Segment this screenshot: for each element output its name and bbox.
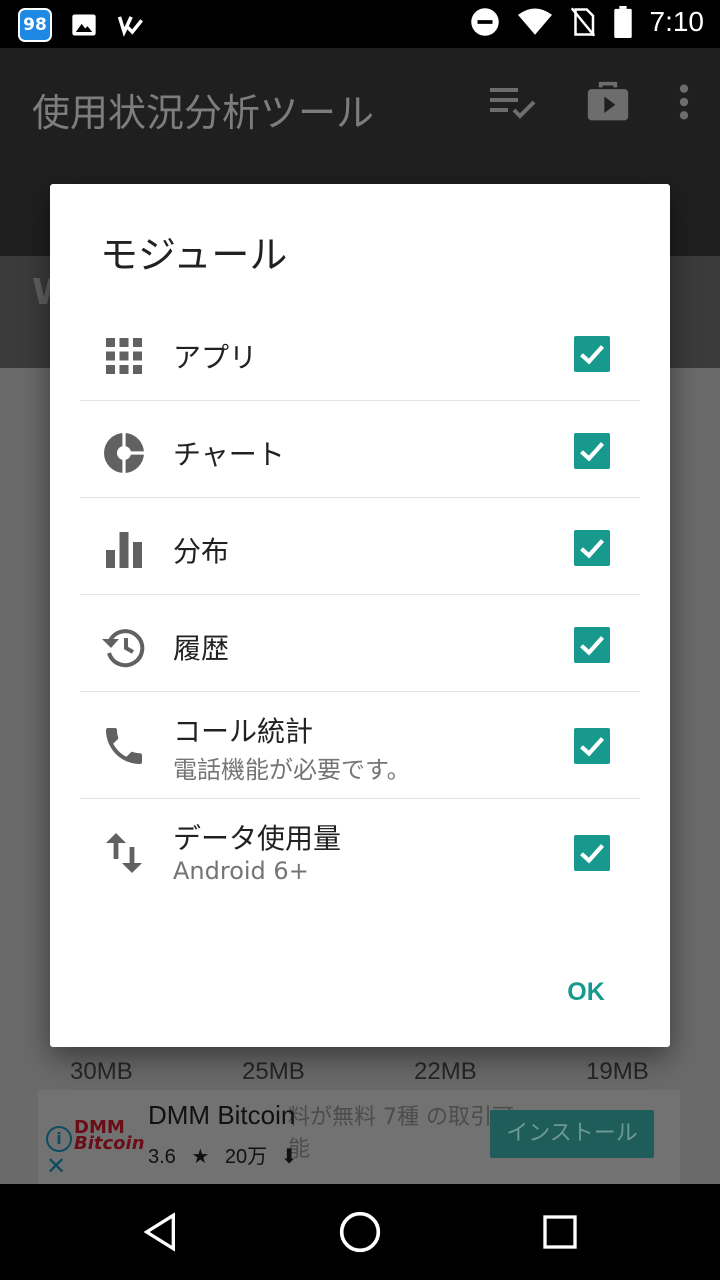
module-checkbox[interactable] [574,530,610,566]
home-icon[interactable] [338,1210,382,1254]
module-item-apps[interactable]: アプリ [80,304,640,401]
ok-button[interactable]: OK [546,972,626,1012]
ad-info-icon[interactable]: i [46,1126,72,1152]
module-checkbox[interactable] [574,433,610,469]
ad-logo-line2: Bitcoin [74,1133,145,1154]
swap-vertical-icon [106,833,142,873]
dialog-title: モジュール [100,233,288,277]
size-label: 22MB [414,1058,477,1085]
back-icon[interactable] [140,1212,180,1252]
notification-badge: 98 [18,8,52,42]
battery-icon [613,6,632,38]
ad-meta: 3.6 ★ 20万 ⬇ [148,1140,297,1169]
module-item-distribution[interactable]: 分布 [80,498,640,595]
no-sim-icon [570,7,595,37]
pie-chart-icon [104,433,144,473]
image-notification-icon [72,14,96,36]
module-checkbox[interactable] [574,336,610,372]
apps-grid-icon [106,338,142,374]
size-label: 19MB [586,1058,649,1085]
do-not-disturb-icon [470,8,499,36]
module-list: アプリ チャート 分布 履歴 コール統計 電話機能が必要です。 データ使用量 A… [80,304,640,905]
overflow-menu-icon [679,84,689,120]
module-checkbox[interactable] [574,728,610,764]
ad-downloads: 20万 [224,1146,268,1168]
history-icon [102,629,145,668]
task-check-icon [117,16,144,37]
module-sublabel: Android 6+ [173,857,309,885]
ad-title: DMM Bitcoin [148,1100,296,1130]
module-checkbox[interactable] [574,835,610,871]
module-sublabel: 電話機能が必要です。 [173,756,411,784]
download-icon: ⬇ [280,1146,298,1168]
ad-install-button[interactable]: インストール [490,1110,654,1158]
module-item-data-usage[interactable]: データ使用量 Android 6+ [80,799,640,905]
module-item-chart[interactable]: チャート [80,401,640,498]
module-item-call-stats[interactable]: コール統計 電話機能が必要です。 [80,692,640,799]
ad-description: 料が無料 7種 の取引可能 [288,1105,514,1162]
playlist-check-icon [490,88,536,119]
navigation-bar [0,1184,720,1280]
modules-dialog: モジュール アプリ チャート 分布 履歴 コール統計 電話機能が必要です。 デー… [50,184,670,1047]
module-label: 履歴 [173,632,230,665]
play-store-icon [587,81,629,121]
ad-banner[interactable]: i ✕ DMM Bitcoin 料が無料 7種 の取引可能 DMM Bitcoi… [38,1090,680,1184]
star-icon: ★ [191,1146,210,1168]
size-label: 30MB [70,1058,133,1085]
module-label: 分布 [173,535,230,568]
size-axis: 30MB 25MB 22MB 19MB [0,1058,720,1094]
bar-chart-icon [106,532,142,568]
module-label: チャート [173,438,285,471]
wifi-icon [517,8,552,35]
ad-rating: 3.6 [148,1146,176,1168]
module-label: データ使用量 [173,822,342,855]
phone-icon [106,728,142,764]
recents-icon[interactable] [540,1212,580,1252]
ad-logo: DMM Bitcoin [74,1119,145,1154]
app-title: 使用状況分析ツール [32,91,375,135]
module-label: コール統計 [173,715,314,748]
module-item-history[interactable]: 履歴 [80,595,640,692]
module-label: アプリ [173,341,258,374]
module-checkbox[interactable] [574,627,610,663]
status-bar: 98 7:10 [0,0,720,48]
clock: 7:10 [649,6,705,37]
ad-close-icon[interactable]: ✕ [46,1152,66,1180]
size-label: 25MB [242,1058,305,1085]
